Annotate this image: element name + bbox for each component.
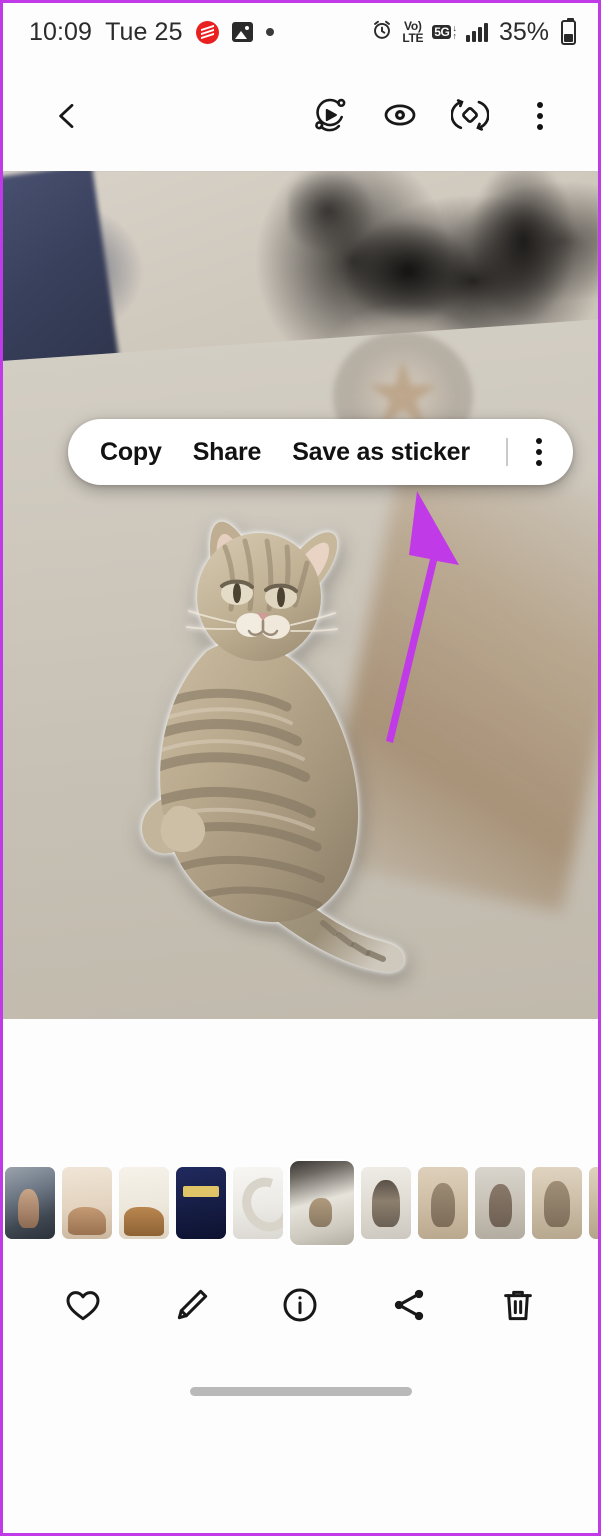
top-toolbar	[3, 61, 598, 171]
network-5g-label: 5G	[432, 24, 452, 40]
viewer-lower-gap	[3, 1019, 598, 1155]
status-bar-right: Vo) LTE 5G ↓ ↑ 35%	[371, 17, 576, 47]
status-bar-left: 10:09 Tue 25	[29, 18, 274, 47]
thumbnail-2[interactable]	[62, 1167, 112, 1239]
phone-screen: 10:09 Tue 25 Vo) LTE 5G ↓ ↑ 35% ★ Copy S…	[0, 0, 601, 1536]
popup-share[interactable]: Share	[193, 438, 262, 467]
remaster-icon	[450, 96, 490, 137]
popup-copy[interactable]: Copy	[100, 438, 162, 467]
thumbnail-5[interactable]	[233, 1167, 283, 1239]
thumbnail-8[interactable]	[418, 1167, 468, 1239]
share-icon	[389, 1285, 429, 1328]
heart-icon	[63, 1285, 103, 1328]
screen-recorder-icon	[195, 20, 219, 44]
thumbnail-7[interactable]	[361, 1167, 411, 1239]
thumbnail-3[interactable]	[119, 1167, 169, 1239]
photo-viewer[interactable]: Copy Share Save as sticker	[3, 171, 598, 1019]
status-date: Tue 25	[105, 17, 183, 46]
visual-search-button[interactable]	[372, 88, 428, 144]
favorite-button[interactable]	[52, 1275, 114, 1337]
thumbnail-10[interactable]	[532, 1167, 582, 1239]
thumbnail-9[interactable]	[475, 1167, 525, 1239]
sticker-context-popup: Copy Share Save as sticker	[68, 419, 573, 485]
home-indicator[interactable]	[189, 1386, 412, 1396]
thumbnail-6[interactable]	[290, 1161, 354, 1245]
popup-divider	[505, 438, 508, 466]
popup-save-as-sticker[interactable]: Save as sticker	[292, 438, 470, 467]
cat-subject-cutout[interactable]	[111, 501, 411, 1001]
thumbnail-1[interactable]	[5, 1167, 55, 1239]
pencil-icon	[172, 1285, 212, 1328]
thumbnail-11[interactable]	[589, 1167, 598, 1239]
trash-icon	[498, 1285, 538, 1328]
delete-button[interactable]	[487, 1275, 549, 1337]
motion-photo-button[interactable]	[302, 88, 358, 144]
back-button[interactable]	[39, 88, 95, 144]
gallery-notification-icon	[231, 22, 253, 42]
remaster-button[interactable]	[442, 88, 498, 144]
edit-button[interactable]	[161, 1275, 223, 1337]
more-options-button[interactable]	[512, 88, 568, 144]
signal-strength-icon	[465, 22, 488, 42]
status-time: 10:09	[29, 17, 93, 46]
data-transfer-arrows-icon: ↓ ↑	[452, 23, 457, 41]
status-bar: 10:09 Tue 25 Vo) LTE 5G ↓ ↑ 35%	[3, 3, 598, 61]
alarm-icon	[371, 19, 393, 46]
home-indicator-area	[3, 1361, 598, 1421]
bottom-action-bar	[3, 1251, 598, 1361]
notification-dot-icon	[265, 28, 274, 36]
toolbar-actions	[302, 88, 568, 144]
info-circle-icon	[280, 1285, 320, 1328]
thumbnail-filmstrip[interactable]	[3, 1155, 598, 1251]
battery-percent-label: 35%	[498, 17, 549, 46]
volte-icon: Vo) LTE	[402, 19, 424, 45]
kebab-menu-icon	[537, 102, 543, 130]
motion-photo-icon	[311, 96, 349, 137]
popup-more-options-icon[interactable]	[535, 438, 542, 466]
network-5g-icon: 5G ↓ ↑	[432, 23, 457, 41]
thumbnail-4[interactable]	[176, 1167, 226, 1239]
eye-icon	[380, 95, 420, 138]
battery-icon	[561, 17, 576, 45]
info-button[interactable]	[269, 1275, 331, 1337]
share-button[interactable]	[378, 1275, 440, 1337]
